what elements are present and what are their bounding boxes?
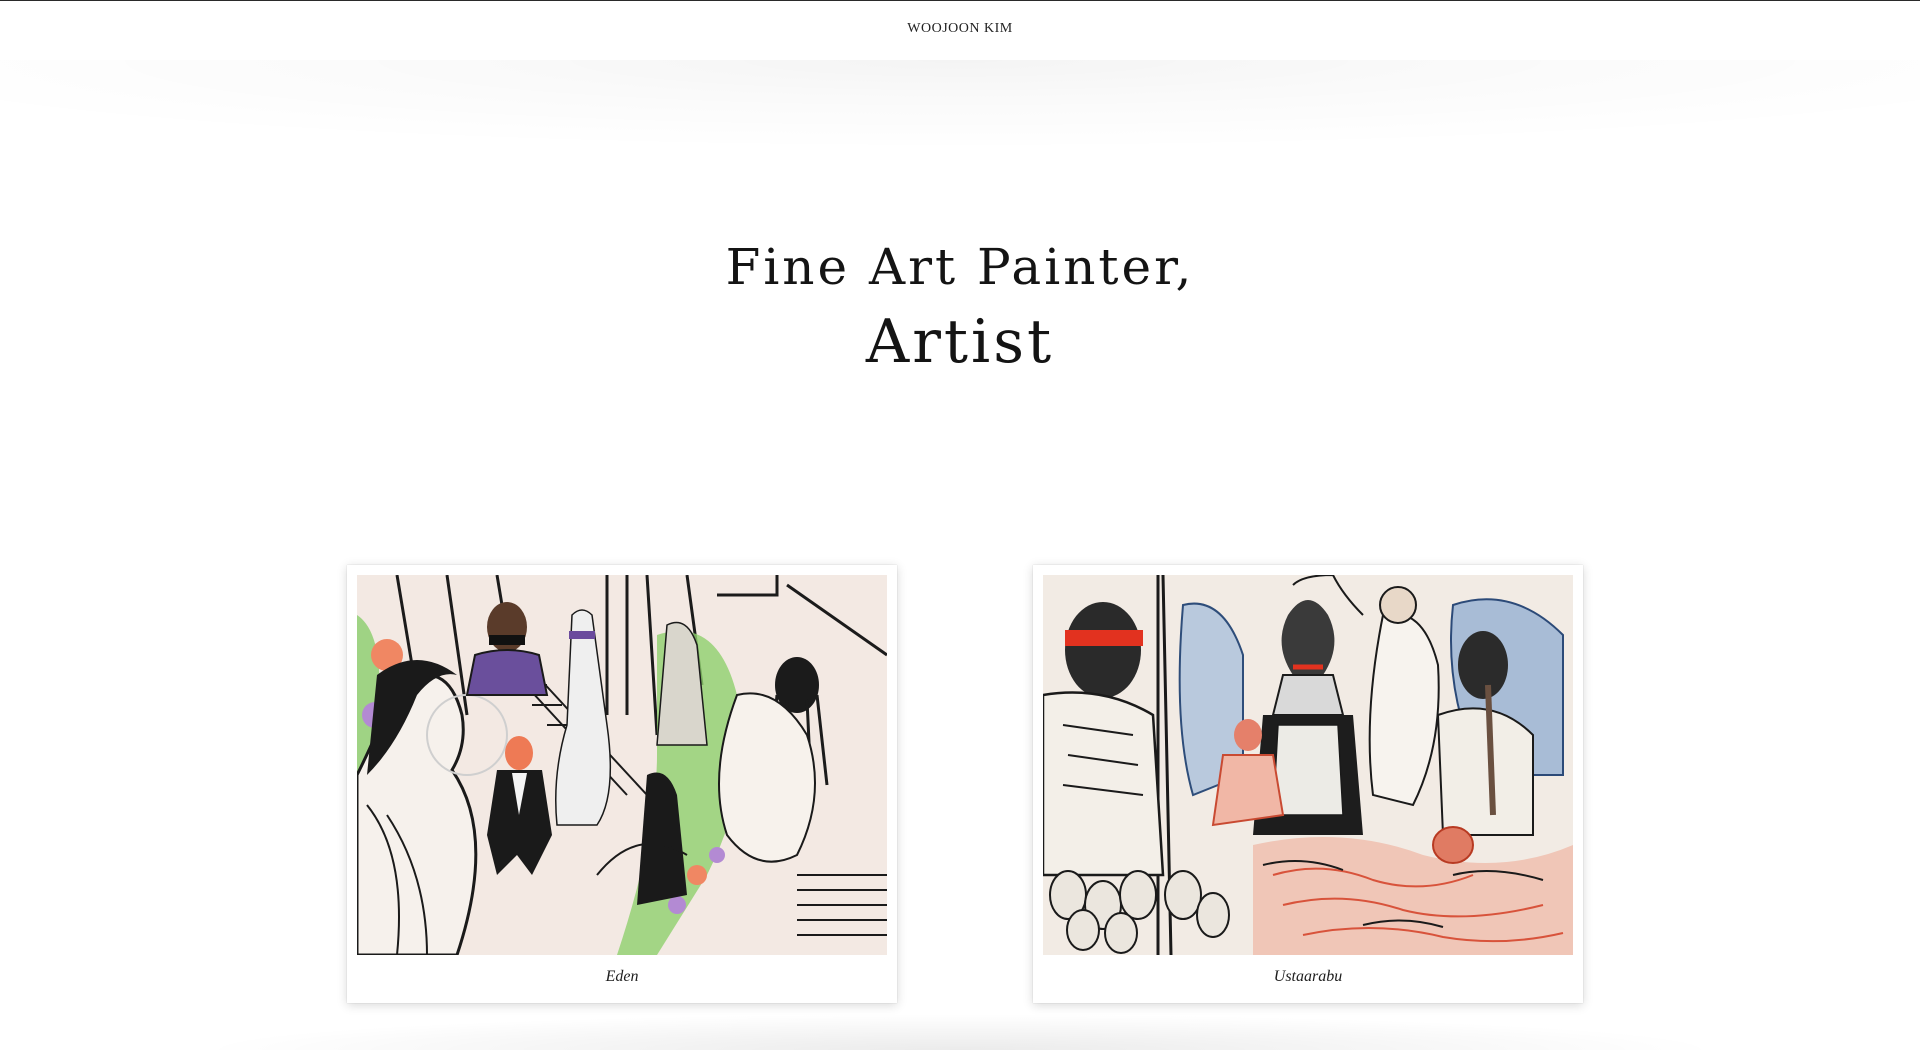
artwork-image-eden[interactable]	[357, 575, 887, 955]
hero-section: Fine Art Painter, Artist	[0, 232, 1920, 382]
hero-title-line1: Fine Art Painter,	[725, 238, 1195, 296]
hero-title-line2: Artist	[865, 307, 1055, 377]
artwork-card-eden[interactable]: Eden	[347, 565, 897, 1003]
artwork-title-eden: Eden	[605, 968, 639, 985]
artwork-title-ustaarabu: Ustaarabu	[1273, 968, 1343, 985]
brand-link[interactable]: WOOJOON KIM	[907, 21, 1012, 37]
header-shadow	[0, 60, 1920, 150]
eden-artwork-illustration	[357, 575, 887, 955]
site-header: WOOJOON KIM	[0, 1, 1920, 60]
artwork-image-ustaarabu[interactable]	[1043, 575, 1573, 955]
ustaarabu-artwork-illustration	[1043, 575, 1573, 955]
artwork-card-ustaarabu[interactable]: Ustaarabu	[1033, 565, 1583, 1003]
